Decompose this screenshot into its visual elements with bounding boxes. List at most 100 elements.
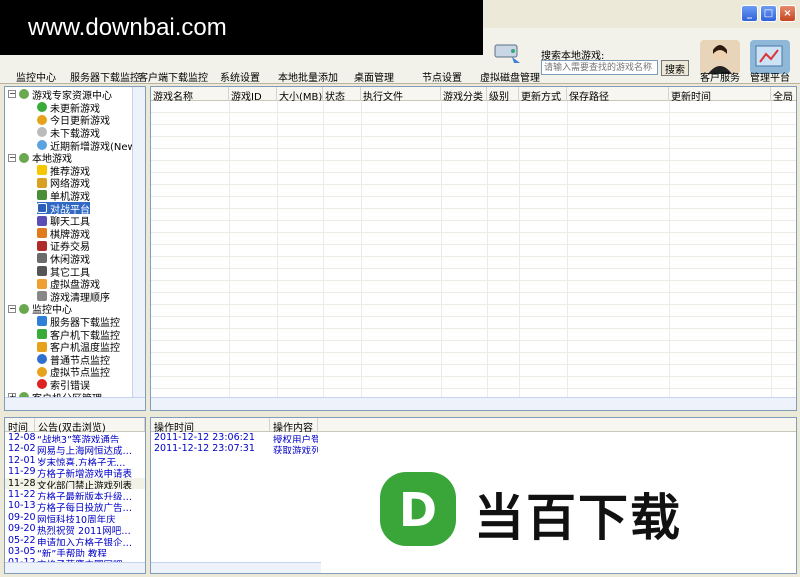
column-category[interactable]: 游戏分类 — [441, 87, 487, 101]
download-arrow-icon — [37, 316, 47, 327]
announcement-title: 方格子新增游戏申请表 — [37, 469, 133, 478]
announcement-row[interactable]: 09-20 热烈祝贺 2011网吧… — [5, 523, 145, 534]
log-header: 操作时间 操作内容 — [151, 418, 796, 434]
column-time[interactable]: 时间 — [5, 418, 35, 434]
customer-service-label[interactable]: 客户服务 — [700, 69, 740, 84]
log-list: 2011-12-12 23:06:21 授权用户登 2011-12-12 23:07… — [151, 432, 796, 454]
download-arrow-icon — [37, 329, 47, 340]
toolbar-monitor-center[interactable]: 监控中心 — [16, 69, 56, 84]
window-controls: _ □ × — [741, 5, 796, 22]
close-button[interactable]: × — [779, 5, 796, 22]
announcement-title: 热烈祝贺 2011网吧… — [37, 526, 131, 535]
tools-icon — [37, 266, 47, 277]
grid-header: 游戏名称 游戏ID 大小(MB) 状态 执行文件 游戏分类 级别 更新方式 保存… — [151, 87, 796, 101]
announcement-row[interactable]: 11-29 方格子新增游戏申请表 — [5, 466, 145, 477]
admin-platform-label[interactable]: 管理平台 — [750, 69, 790, 84]
announcement-date: 09-20 — [8, 511, 36, 523]
announcement-row[interactable]: 05-22 申请加入方格子银企… — [5, 535, 145, 546]
collapse-icon[interactable]: − — [8, 153, 16, 162]
log-time: 2011-12-12 23:06:21 — [154, 432, 255, 443]
announcement-title: 方格子每日投放广告… — [37, 503, 133, 512]
announcement-panel: 时间 公告(双击浏览) 12-08 “战地3”等游戏通告 12-02 网易与上海网恒达… — [4, 417, 146, 574]
chat-icon — [37, 215, 47, 226]
warning-icon — [37, 366, 47, 377]
disk-icon — [37, 278, 47, 289]
minimize-button[interactable]: _ — [741, 5, 758, 22]
column-game-name[interactable]: 游戏名称 — [151, 87, 229, 101]
column-announcement[interactable]: 公告(双击浏览) — [35, 418, 145, 434]
column-update-mode[interactable]: 更新方式 — [519, 87, 567, 101]
announcement-date: 03-05 — [8, 545, 36, 557]
toolbar-server-download-monitor[interactable]: 服务器下载监控 — [70, 69, 140, 84]
announcement-row[interactable]: 12-08 “战地3”等游戏通告 — [5, 432, 145, 443]
users-icon — [19, 152, 29, 163]
announcement-row[interactable]: 11-28 文化部门禁止游戏列表 — [5, 477, 145, 489]
announcement-title: 网恒科技10周年庆 — [37, 514, 116, 524]
announcement-header: 时间 公告(双击浏览) — [5, 418, 145, 434]
column-exe-file[interactable]: 执行文件 — [361, 87, 441, 101]
logo-mark-icon: D — [380, 472, 456, 546]
category-tree: − 游戏专家资源中心 未更新游戏 今日更新游戏 未下载游戏 近期新增游戏(New… — [4, 86, 146, 411]
game-icon — [37, 190, 47, 201]
column-size[interactable]: 大小(MB) — [277, 87, 323, 101]
announcement-row[interactable]: 12-02 网易与上海网恒达成… — [5, 443, 145, 454]
announcement-row[interactable]: 12-01 岁末惊喜,方格子无… — [5, 455, 145, 466]
log-row[interactable]: 2011-12-12 23:07:31 获取游戏列 — [151, 443, 796, 454]
gray-dot-icon — [37, 127, 47, 138]
announcement-row[interactable]: 09-20 网恒科技10周年庆 — [5, 512, 145, 523]
watermark-url: www.downbai.com — [28, 14, 227, 41]
announcement-date: 09-20 — [8, 523, 36, 535]
error-icon — [37, 379, 47, 390]
watermark-banner: www.downbai.com — [0, 0, 483, 55]
column-global[interactable]: 全局 — [771, 87, 796, 101]
cleanup-icon — [37, 291, 47, 302]
thermometer-icon — [37, 341, 47, 352]
platform-icon — [37, 203, 47, 214]
announcement-row[interactable]: 10-13 方格子每日投放广告… — [5, 500, 145, 511]
grid-horizontal-scrollbar[interactable] — [151, 397, 796, 410]
svg-text:D: D — [399, 483, 437, 537]
announcement-row[interactable]: 03-05 “新”手帮助 教程 — [5, 546, 145, 557]
toolbar-virtual-disk[interactable]: 虚拟磁盘管理 — [480, 69, 540, 84]
maximize-button[interactable]: □ — [760, 5, 777, 22]
blue-dot-icon — [37, 140, 47, 151]
announcement-title: 申请加入方格子银企… — [37, 537, 133, 546]
announcement-title: 岁末惊喜,方格子无… — [37, 457, 126, 467]
log-row[interactable]: 2011-12-12 23:06:21 授权用户登 — [151, 432, 796, 443]
green-dot-icon — [37, 102, 47, 113]
grid-body[interactable] — [151, 101, 796, 401]
toolbar-batch-add[interactable]: 本地批量添加 — [278, 69, 338, 84]
log-content: 授权用户登 — [273, 435, 318, 443]
star-icon — [37, 165, 47, 176]
collapse-icon[interactable]: − — [8, 304, 16, 313]
column-status[interactable]: 状态 — [323, 87, 361, 101]
announcement-row[interactable]: 11-22 方格子最新版本升级… — [5, 489, 145, 500]
virtual-disk-icon[interactable] — [492, 41, 526, 67]
announcement-title: “战地3”等游戏通告 — [37, 435, 120, 444]
search-input[interactable] — [541, 60, 658, 75]
users-icon — [19, 89, 29, 100]
tree-vertical-scrollbar[interactable] — [132, 87, 145, 397]
cards-icon — [37, 228, 47, 239]
info-icon — [37, 354, 47, 365]
tree-group-resource-center[interactable]: − 游戏专家资源中心 — [8, 88, 112, 102]
column-operation-content[interactable]: 操作内容 — [270, 418, 318, 434]
toolbar-system-settings[interactable]: 系统设置 — [220, 69, 260, 84]
tree-horizontal-scrollbar[interactable] — [5, 397, 145, 410]
game-list-grid: 游戏名称 游戏ID 大小(MB) 状态 执行文件 游戏分类 级别 更新方式 保存… — [150, 86, 797, 411]
column-update-time[interactable]: 更新时间 — [669, 87, 771, 101]
announcement-date: 12-01 — [8, 454, 36, 466]
search-button[interactable]: 搜索 — [661, 60, 689, 76]
collapse-icon[interactable]: − — [8, 90, 16, 99]
column-level[interactable]: 级别 — [487, 87, 519, 101]
column-operation-time[interactable]: 操作时间 — [151, 418, 270, 434]
announcement-scrollbar[interactable] — [5, 562, 145, 573]
column-game-id[interactable]: 游戏ID — [229, 87, 277, 101]
toolbar-node-settings[interactable]: 节点设置 — [422, 69, 462, 84]
log-content: 获取游戏列 — [273, 446, 318, 454]
column-save-path[interactable]: 保存路径 — [567, 87, 669, 101]
log-scrollbar[interactable] — [151, 562, 321, 573]
toolbar-desktop-manage[interactable]: 桌面管理 — [354, 69, 394, 84]
announcement-date: 11-22 — [8, 488, 36, 500]
toolbar-client-download-monitor[interactable]: 客户端下载监控 — [138, 69, 208, 84]
